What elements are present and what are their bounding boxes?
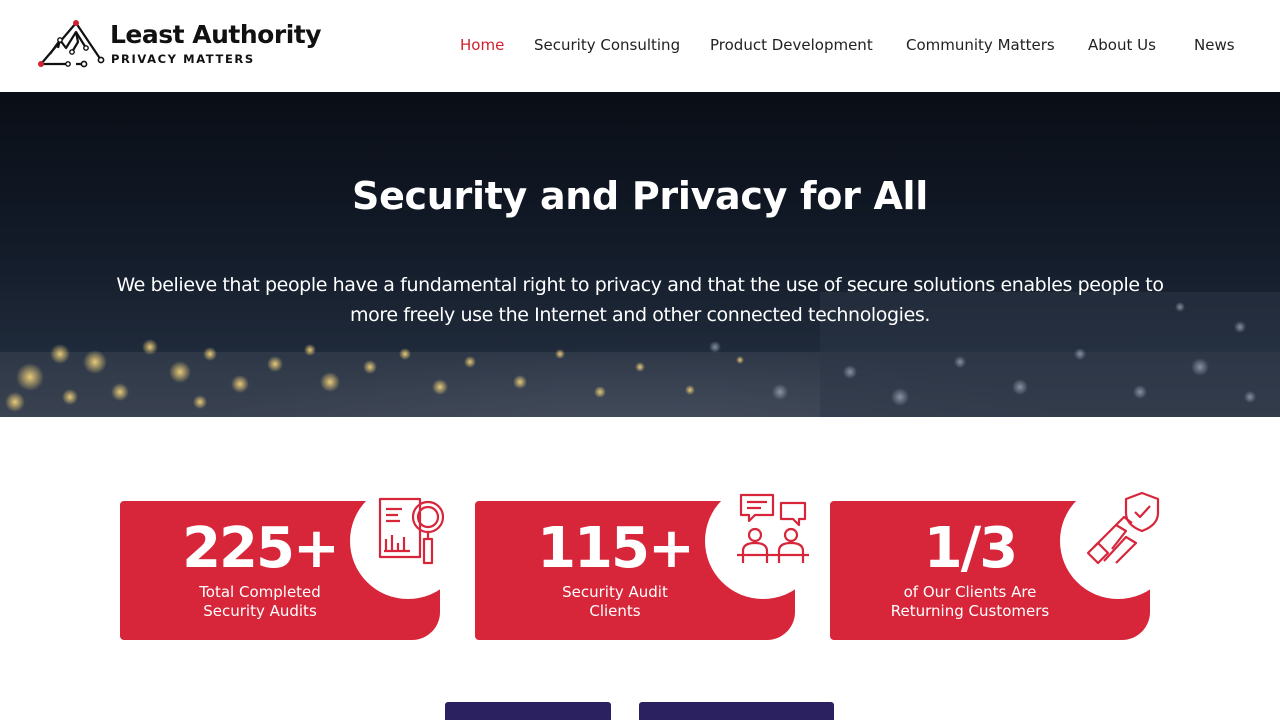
stat-label-line1: Total Completed — [199, 583, 321, 601]
stat-card-audits: 225+ Total Completed Security Audits — [120, 483, 466, 640]
site-header: Least Authority PRIVACY MATTERS Home Sec… — [0, 0, 1280, 92]
schedule-call-button[interactable]: Schedule A Call — [445, 702, 611, 720]
hero-background-image — [0, 292, 1280, 417]
nav-item-product-development[interactable]: Product Development — [710, 36, 873, 54]
nav-item-home[interactable]: Home — [460, 36, 504, 54]
hero-description: We believe that people have a fundamenta… — [116, 274, 1164, 326]
nav-item-security-consulting[interactable]: Security Consulting — [534, 36, 680, 54]
stat-label: Security Audit Clients — [475, 583, 755, 621]
hero-banner: Security and Privacy for All We believe … — [0, 92, 1280, 417]
stat-label-line2: Clients — [589, 602, 641, 620]
hero-title: Security and Privacy for All — [352, 174, 928, 218]
stat-label-line1: Security Audit — [562, 583, 668, 601]
stat-card-returning: 1/3 of Our Clients Are Returning Custome… — [830, 483, 1176, 640]
clients-chat-icon — [737, 493, 809, 563]
stat-label-line2: Security Audits — [203, 602, 317, 620]
stat-value: 1/3 — [923, 516, 1018, 581]
stat-value: 115+ — [537, 516, 695, 581]
stat-value: 225+ — [182, 516, 340, 581]
request-proposal-button[interactable]: Request a Proposal — [639, 702, 834, 720]
stat-label-line1: of Our Clients Are — [903, 583, 1037, 601]
nav-item-community-matters[interactable]: Community Matters — [906, 36, 1055, 54]
nav-item-news[interactable]: News — [1194, 36, 1235, 54]
stat-card-clients: 115+ Security Audit Clients — [475, 483, 821, 640]
stat-label-line2: Returning Customers — [890, 602, 1050, 620]
nav-item-about-us[interactable]: About Us — [1088, 36, 1156, 54]
handshake-shield-icon — [1086, 491, 1160, 565]
stat-label: of Our Clients Are Returning Customers — [830, 583, 1110, 621]
main-nav: Home Security Consulting Product Develop… — [0, 36, 1280, 56]
audit-report-magnifier-icon — [378, 497, 445, 565]
stat-label: Total Completed Security Audits — [120, 583, 400, 621]
